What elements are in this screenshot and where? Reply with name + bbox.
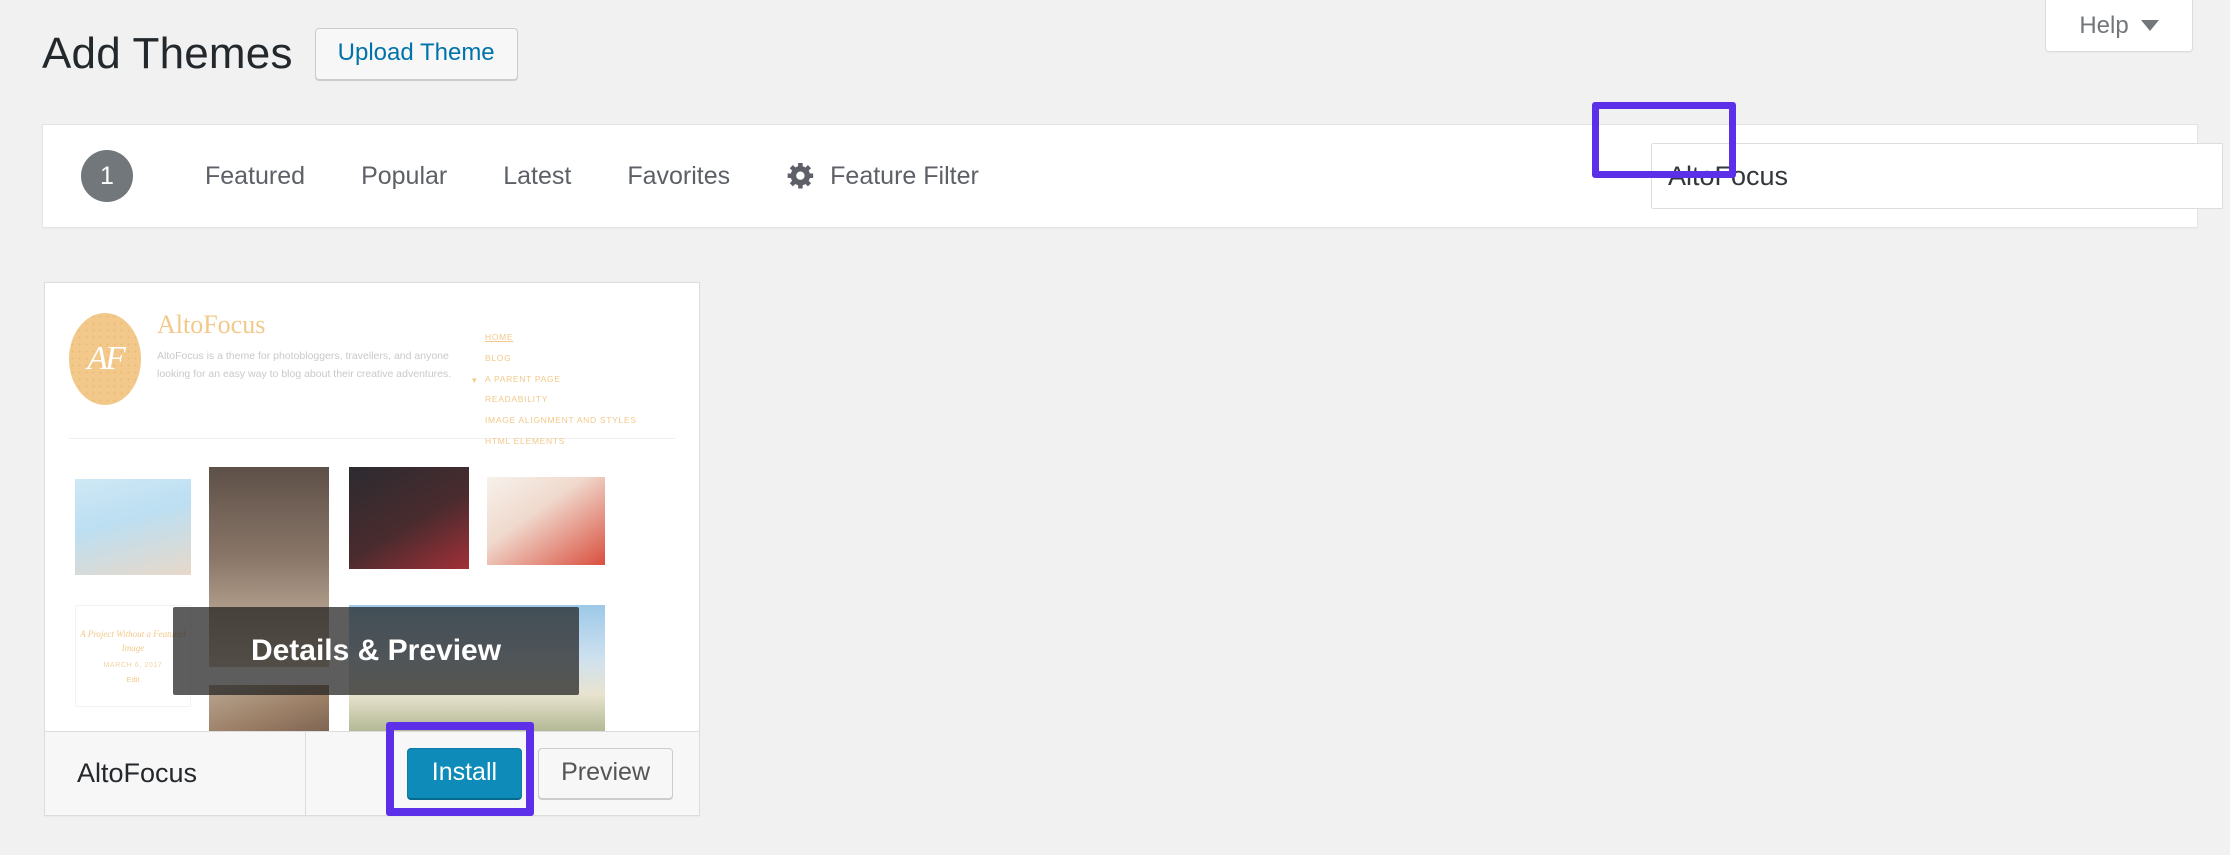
screenshot-photo-tile [75,479,191,575]
install-button[interactable]: Install [406,748,523,799]
screenshot-nav-item-parent-page: A PARENT PAGE [472,369,675,391]
tab-popular[interactable]: Popular [361,162,447,191]
theme-count-badge: 1 [81,150,133,202]
screenshot-nav-item-html-elements: HTML ELEMENTS [485,436,566,447]
theme-browse-tabs: Featured Popular Latest Favorites Featur… [205,161,979,191]
screenshot-branding: AF AltoFocus AltoFocus is a theme for ph… [69,310,485,438]
help-label: Help [2079,11,2129,39]
feature-filter-label: Feature Filter [830,161,979,190]
upload-theme-button[interactable]: Upload Theme [314,28,518,80]
feature-filter-button[interactable]: Feature Filter [786,161,979,191]
screenshot-nav-item-readability: READABILITY [485,394,548,405]
footer-divider [305,732,306,815]
theme-search-input[interactable] [1651,143,2223,209]
theme-actions: Install Preview [406,748,673,799]
screenshot-tagline: AltoFocus is a theme for photobloggers, … [157,349,452,380]
screenshot-nav-item-blog: BLOG [485,352,512,363]
tab-latest[interactable]: Latest [503,162,571,191]
theme-card-altofocus[interactable]: AF AltoFocus AltoFocus is a theme for ph… [44,282,700,816]
tab-favorites[interactable]: Favorites [627,162,730,191]
screenshot-nav-item-home: HOME [485,332,514,342]
screenshot-photo-tile [487,477,605,565]
theme-screenshot[interactable]: AF AltoFocus AltoFocus is a theme for ph… [45,283,699,731]
details-and-preview-overlay[interactable]: Details & Preview [173,607,579,695]
theme-card-footer: AltoFocus Install Preview [45,731,699,815]
theme-filter-bar: 1 Featured Popular Latest Favorites Feat… [42,124,2223,228]
screenshot-photo-tile [349,467,469,569]
theme-search-wrap [1651,143,2223,209]
page-header: Add Themes Upload Theme [42,28,518,80]
tab-featured[interactable]: Featured [205,162,305,191]
theme-name: AltoFocus [77,758,198,788]
add-themes-page: Help Add Themes Upload Theme 1 Featured … [0,0,2230,855]
help-tab-button[interactable]: Help [2045,0,2193,52]
post-edit-link: Edit [126,674,140,684]
post-date: MARCH 6, 2017 [103,661,163,669]
screenshot-nav-item-image-alignment: IMAGE ALIGNMENT AND STYLES [485,415,637,426]
preview-button[interactable]: Preview [538,748,673,799]
gear-icon [787,162,814,189]
screenshot-nav-menu: HOME BLOG A PARENT PAGE READABILITY IMAG… [472,311,675,446]
chevron-down-icon [2140,20,2159,31]
site-logo-icon: AF [69,313,141,405]
logo-monogram: AF [87,340,126,377]
page-title: Add Themes [42,29,293,78]
screenshot-site-title: AltoFocus [157,310,266,339]
screenshot-site-header: AF AltoFocus AltoFocus is a theme for ph… [45,283,699,446]
